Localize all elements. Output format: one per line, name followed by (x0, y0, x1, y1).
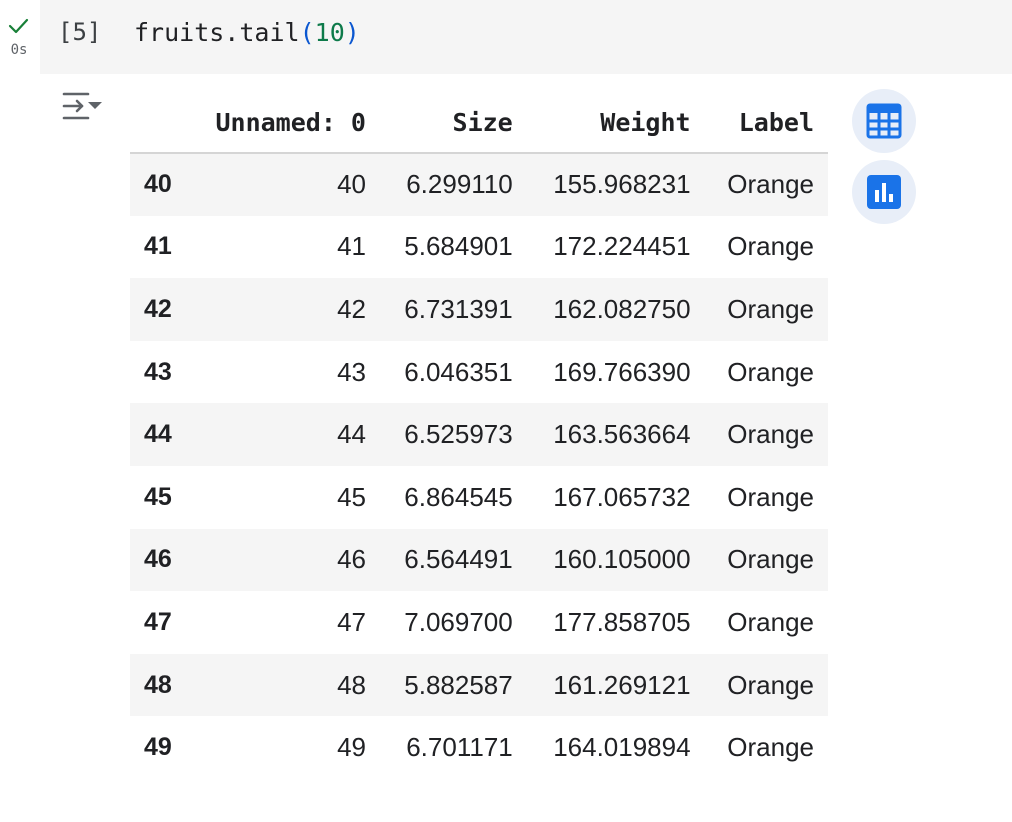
cell-size: 6.864545 (404, 481, 513, 512)
convert-to-interactive-table-button[interactable] (852, 89, 916, 153)
cell-label: Orange (727, 419, 814, 450)
column-header-label: Label (704, 92, 828, 154)
code-token-number: 10 (314, 18, 345, 47)
code-editor-line[interactable]: fruits.tail(10) (134, 18, 360, 47)
execution-count: [5] (58, 18, 102, 46)
cell-unnamed: 46 (337, 544, 366, 575)
cell-weight: 163.563664 (553, 419, 691, 450)
cell-label: Orange (727, 293, 814, 324)
output-toggle-icon (62, 92, 102, 120)
cell-unnamed: 45 (337, 481, 366, 512)
cell-label: Orange (727, 544, 814, 575)
cell-size: 6.564491 (404, 544, 513, 575)
bar-chart-icon (867, 175, 901, 209)
column-header-index (130, 92, 188, 154)
cell-unnamed: 44 (337, 419, 366, 450)
row-index: 45 (144, 482, 172, 511)
code-token-call: fruits.tail (134, 18, 300, 47)
code-token-paren-close: ) (344, 18, 360, 47)
cell-label: Orange (727, 669, 814, 700)
column-header-size: Size (379, 92, 527, 154)
table-header-row: Unnamed: 0 Size Weight Label (130, 92, 828, 154)
table-icon (866, 103, 902, 139)
table-row: 44 44 6.525973 163.563664 Orange (130, 403, 828, 466)
cell-label: Orange (727, 356, 814, 387)
table-row: 49 49 6.701171 164.019894 Orange (130, 716, 828, 779)
column-header-weight: Weight (526, 92, 705, 154)
cell-unnamed: 41 (337, 231, 366, 262)
cell-size: 6.046351 (404, 356, 513, 387)
table-row: 41 41 5.684901 172.224451 Orange (130, 216, 828, 279)
cell-weight: 155.968231 (553, 169, 691, 200)
cell-size: 6.701171 (406, 732, 513, 763)
cell-unnamed: 43 (337, 356, 366, 387)
cell-size: 6.299110 (406, 169, 513, 200)
row-index: 42 (144, 294, 172, 323)
row-index: 41 (144, 232, 172, 261)
cell-gutter: 0s (0, 0, 40, 74)
cell-size: 7.069700 (404, 606, 513, 637)
cell-unnamed: 42 (337, 293, 366, 324)
cell-label: Orange (727, 169, 814, 200)
execution-time: 0s (10, 42, 28, 58)
row-index: 44 (144, 420, 172, 449)
cell-weight: 160.105000 (553, 544, 691, 575)
cell-unnamed: 48 (337, 669, 366, 700)
table-row: 45 45 6.864545 167.065732 Orange (130, 466, 828, 529)
dataframe-output: Unnamed: 0 Size Weight Label 40 40 6.299… (130, 92, 828, 779)
cell-weight: 162.082750 (553, 293, 691, 324)
row-index: 47 (144, 607, 172, 636)
cell-size: 6.731391 (404, 293, 513, 324)
table-row: 48 48 5.882587 161.269121 Orange (130, 653, 828, 717)
check-icon (8, 18, 29, 34)
row-index: 48 (144, 670, 172, 699)
cell-weight: 164.019894 (553, 732, 691, 763)
cell-label: Orange (727, 231, 814, 262)
cell-size: 5.684901 (404, 231, 513, 262)
cell-weight: 167.065732 (553, 481, 691, 512)
cell-weight: 169.766390 (553, 356, 691, 387)
cell-weight: 161.269121 (553, 669, 691, 700)
table-row: 47 47 7.069700 177.858705 Orange (130, 591, 828, 654)
output-toggle-button[interactable] (58, 88, 106, 128)
table-row: 42 42 6.731391 162.082750 Orange (130, 278, 828, 341)
cell-weight: 172.224451 (553, 231, 691, 262)
column-header-unnamed: Unnamed: 0 (188, 92, 380, 154)
table-row: 40 40 6.299110 155.968231 Orange (130, 153, 828, 216)
code-token-paren-open: ( (299, 18, 315, 47)
suggest-charts-button[interactable] (852, 160, 916, 224)
cell-weight: 177.858705 (553, 606, 691, 637)
cell-unnamed: 49 (337, 732, 366, 763)
code-cell[interactable]: [5] fruits.tail(10) (40, 0, 1012, 74)
row-index: 46 (144, 545, 172, 574)
table-row: 43 43 6.046351 169.766390 Orange (130, 341, 828, 404)
cell-label: Orange (727, 732, 814, 763)
dataframe-table: Unnamed: 0 Size Weight Label 40 40 6.299… (130, 92, 828, 779)
cell-label: Orange (727, 606, 814, 637)
cell-size: 6.525973 (404, 419, 513, 450)
row-index: 40 (144, 170, 172, 199)
cell-unnamed: 47 (337, 606, 366, 637)
cell-size: 5.882587 (404, 669, 513, 700)
cell-unnamed: 40 (337, 169, 366, 200)
table-row: 46 46 6.564491 160.105000 Orange (130, 528, 828, 592)
cell-label: Orange (727, 481, 814, 512)
row-index: 43 (144, 357, 172, 386)
row-index: 49 (144, 733, 172, 762)
